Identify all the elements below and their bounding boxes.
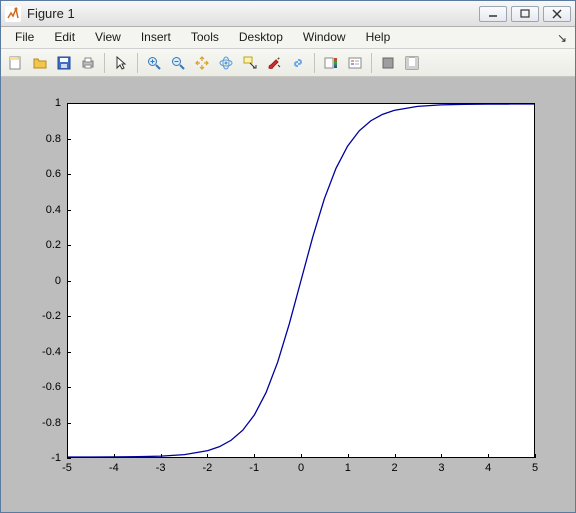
toolbar-separator [371, 53, 372, 73]
x-tick-label: -5 [62, 458, 72, 484]
toolbar-separator [314, 53, 315, 73]
window-title: Figure 1 [27, 6, 479, 21]
x-tick-mark [301, 454, 302, 458]
maximize-button[interactable] [511, 6, 539, 22]
x-tick-label: -4 [109, 458, 119, 484]
y-tick-label: 0.6 [23, 168, 67, 180]
y-tick-label: 0 [23, 275, 67, 287]
y-tick-mark [67, 423, 71, 424]
zoom-out-icon[interactable] [167, 52, 189, 74]
dock-arrow-icon[interactable]: ↘ [553, 27, 571, 48]
titlebar: Figure 1 [1, 1, 575, 27]
x-tick-label: 0 [298, 458, 304, 484]
menu-help[interactable]: Help [356, 27, 401, 48]
window-controls [479, 6, 571, 22]
y-tick-label: -0.4 [23, 346, 67, 358]
line-plot [68, 104, 534, 457]
x-tick-label: 1 [345, 458, 351, 484]
y-tick-mark [67, 103, 71, 104]
x-tick-mark [348, 454, 349, 458]
x-tick-label: 2 [392, 458, 398, 484]
x-tick-mark [488, 454, 489, 458]
axes[interactable] [67, 103, 535, 458]
close-button[interactable] [543, 6, 571, 22]
show-plot-tools-icon[interactable] [401, 52, 423, 74]
y-tick-label: 0.4 [23, 204, 67, 216]
series-line [68, 104, 534, 457]
minimize-button[interactable] [479, 6, 507, 22]
menu-file[interactable]: File [5, 27, 44, 48]
insert-legend-icon[interactable] [344, 52, 366, 74]
insert-colorbar-icon[interactable] [320, 52, 342, 74]
toolbar-separator [137, 53, 138, 73]
y-tick-mark [67, 139, 71, 140]
y-tick-label: 0.2 [23, 239, 67, 251]
brush-icon[interactable] [263, 52, 285, 74]
menu-edit[interactable]: Edit [44, 27, 85, 48]
figure-window: Figure 1 File Edit View Insert Tools Des… [0, 0, 576, 513]
toolbar-separator [104, 53, 105, 73]
x-tick-label: -1 [249, 458, 259, 484]
menu-window[interactable]: Window [293, 27, 356, 48]
x-tick-mark [535, 454, 536, 458]
pan-icon[interactable] [191, 52, 213, 74]
menu-desktop[interactable]: Desktop [229, 27, 293, 48]
x-tick-mark [254, 454, 255, 458]
data-cursor-icon[interactable] [239, 52, 261, 74]
x-tick-label: 5 [532, 458, 538, 484]
axes-container: -1 -0.8 -0.6 -0.4 -0.2 0 0.2 0.4 0.6 0.8 1 -5 -4 -3 -2… [23, 93, 553, 484]
x-tick-mark [114, 454, 115, 458]
x-tick-label: -2 [203, 458, 213, 484]
rotate-3d-icon[interactable] [215, 52, 237, 74]
y-tick-label: -0.6 [23, 381, 67, 393]
y-tick-label: 0.8 [23, 133, 67, 145]
new-figure-icon[interactable] [5, 52, 27, 74]
y-tick-label: 1 [23, 97, 67, 109]
y-tick-mark [67, 352, 71, 353]
x-tick-mark [67, 454, 68, 458]
zoom-in-icon[interactable] [143, 52, 165, 74]
x-tick-mark [441, 454, 442, 458]
y-tick-mark [67, 174, 71, 175]
x-tick-mark [207, 454, 208, 458]
x-tick-label: 4 [485, 458, 491, 484]
y-tick-label: -0.8 [23, 417, 67, 429]
x-tick-mark [161, 454, 162, 458]
y-tick-label: -0.2 [23, 310, 67, 322]
menubar: File Edit View Insert Tools Desktop Wind… [1, 27, 575, 49]
y-tick-mark [67, 245, 71, 246]
open-file-icon[interactable] [29, 52, 51, 74]
pointer-icon[interactable] [110, 52, 132, 74]
print-icon[interactable] [77, 52, 99, 74]
x-tick-mark [395, 454, 396, 458]
y-tick-mark [67, 387, 71, 388]
link-icon[interactable] [287, 52, 309, 74]
matlab-icon [5, 6, 21, 22]
x-tick-label: -3 [156, 458, 166, 484]
menu-insert[interactable]: Insert [131, 27, 181, 48]
x-tick-label: 3 [438, 458, 444, 484]
y-tick-mark [67, 210, 71, 211]
toolbar [1, 49, 575, 77]
y-tick-label: -1 [23, 452, 67, 464]
save-icon[interactable] [53, 52, 75, 74]
figure-canvas: -1 -0.8 -0.6 -0.4 -0.2 0 0.2 0.4 0.6 0.8 1 -5 -4 -3 -2… [1, 77, 575, 512]
y-tick-mark [67, 316, 71, 317]
y-tick-mark [67, 281, 71, 282]
menu-tools[interactable]: Tools [181, 27, 229, 48]
hide-plot-tools-icon[interactable] [377, 52, 399, 74]
menu-view[interactable]: View [85, 27, 131, 48]
